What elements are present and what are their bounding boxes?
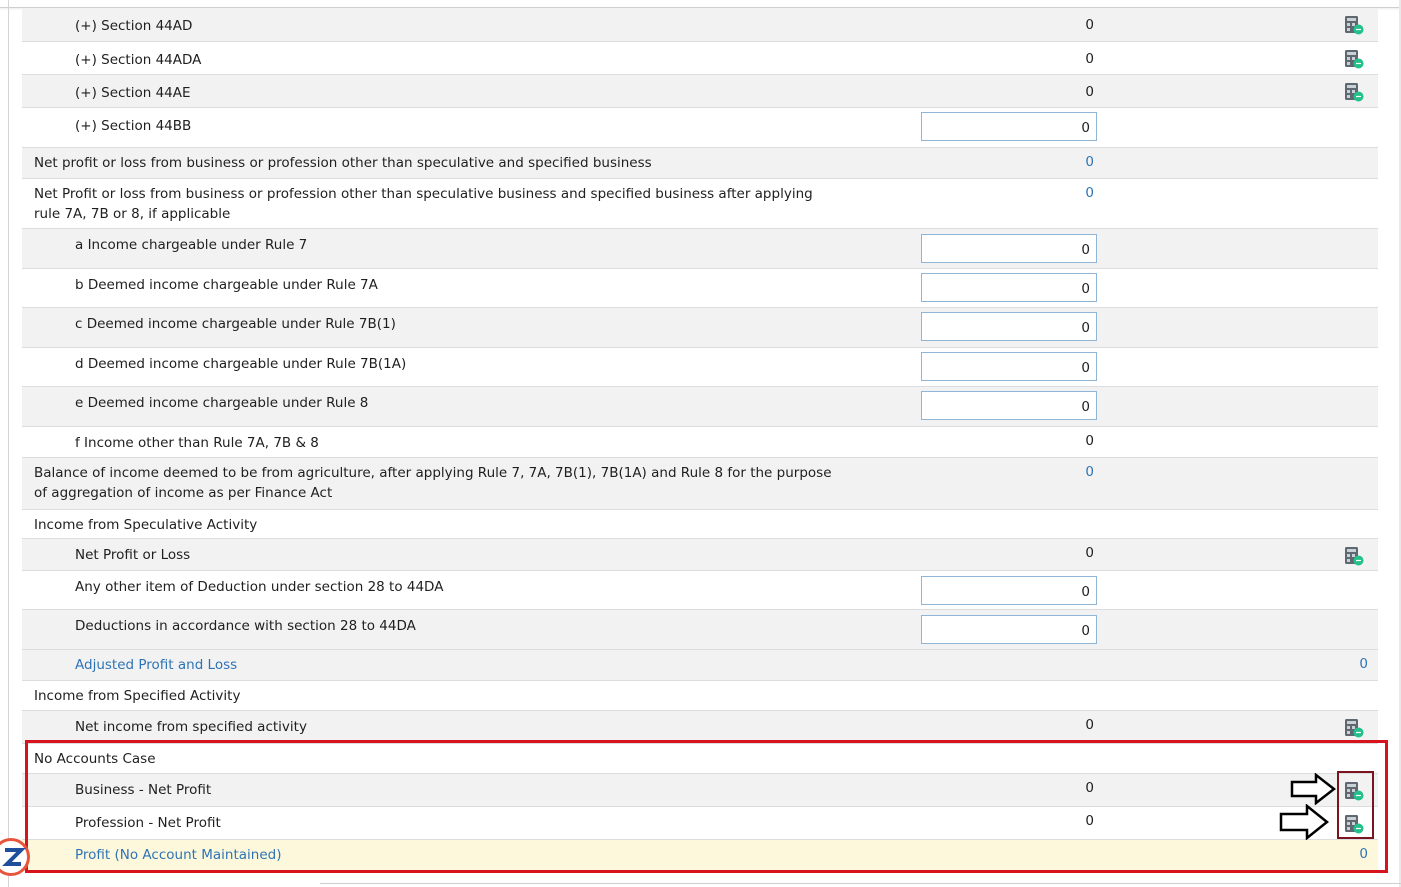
table-row-total: Adjusted Profit and Loss 0: [22, 650, 1378, 681]
calculator-icon[interactable]: [1345, 83, 1364, 102]
table-row: Business - Net Profit 0: [22, 774, 1378, 807]
table-row: Balance of income deemed to be from agri…: [22, 458, 1378, 510]
row-value: 0: [1359, 656, 1368, 672]
table-row: Deductions in accordance with section 28…: [22, 610, 1378, 650]
row-label: Net income from specified activity: [75, 719, 307, 735]
table-row: (+) Section 44BB: [22, 108, 1378, 148]
rule-7-input[interactable]: [921, 234, 1097, 263]
profit-no-account-link[interactable]: Profit (No Account Maintained): [75, 845, 875, 865]
table-row: d Deemed income chargeable under Rule 7B…: [22, 348, 1378, 387]
table-row: b Deemed income chargeable under Rule 7A: [22, 269, 1378, 308]
row-label: d Deemed income chargeable under Rule 7B…: [75, 356, 407, 372]
deductions-input[interactable]: [921, 615, 1097, 644]
row-value: 0: [1085, 17, 1094, 33]
row-label: Balance of income deemed to be from agri…: [34, 465, 832, 501]
top-border: [0, 0, 1401, 8]
table-row: Any other item of Deduction under sectio…: [22, 571, 1378, 610]
table-row: (+) Section 44ADA 0: [22, 42, 1378, 75]
bottom-border: [320, 883, 1401, 884]
row-value: 0: [1085, 464, 1094, 480]
business-income-table: (+) Section 44AD 0 (+) Section 44ADA 0 (…: [22, 8, 1378, 871]
row-label: (+) Section 44AE: [75, 85, 191, 101]
table-row: Net Profit or Loss 0: [22, 539, 1378, 571]
section-heading: Income from Speculative Activity: [34, 517, 258, 533]
right-arrow-icon: [1290, 773, 1336, 805]
calculator-icon[interactable]: [1345, 16, 1364, 35]
row-value: 0: [1085, 780, 1094, 796]
section-heading: Income from Specified Activity: [34, 688, 241, 704]
row-value: 0: [1359, 846, 1368, 862]
row-label: Business - Net Profit: [75, 782, 212, 798]
table-row: (+) Section 44AD 0: [22, 8, 1378, 42]
calculator-icon[interactable]: [1345, 719, 1364, 738]
row-label: Net profit or loss from business or prof…: [34, 155, 652, 171]
row-value: 0: [1085, 433, 1094, 449]
rule-7b1-input[interactable]: [921, 312, 1097, 341]
right-arrow-icon: [1279, 804, 1329, 840]
table-row: Net Profit or loss from business or prof…: [22, 179, 1378, 229]
section-header-speculative: Income from Speculative Activity: [22, 510, 1378, 539]
row-label: (+) Section 44BB: [75, 118, 192, 134]
table-row: Net profit or loss from business or prof…: [22, 148, 1378, 179]
row-label: e Deemed income chargeable under Rule 8: [75, 395, 369, 411]
row-value: 0: [1085, 84, 1094, 100]
row-label: (+) Section 44AD: [75, 18, 193, 34]
row-value: 0: [1085, 717, 1094, 733]
rule-7a-input[interactable]: [921, 273, 1097, 302]
table-row: Net income from specified activity 0: [22, 711, 1378, 744]
row-value: 0: [1085, 545, 1094, 561]
row-value: 0: [1085, 51, 1094, 67]
adjusted-profit-loss-link[interactable]: Adjusted Profit and Loss: [75, 655, 875, 675]
rule-7b1a-input[interactable]: [921, 352, 1097, 381]
other-deduction-input[interactable]: [921, 576, 1097, 605]
calculator-icon[interactable]: [1345, 782, 1364, 801]
section-heading: No Accounts Case: [34, 751, 156, 767]
table-row: a Income chargeable under Rule 7: [22, 229, 1378, 269]
row-label: b Deemed income chargeable under Rule 7A: [75, 277, 378, 293]
section-header-specified: Income from Specified Activity: [22, 681, 1378, 711]
left-border: [8, 0, 9, 887]
section-header-no-accounts: No Accounts Case: [22, 744, 1378, 774]
table-row: e Deemed income chargeable under Rule 8: [22, 387, 1378, 427]
calculator-icon[interactable]: [1345, 50, 1364, 69]
table-row: f Income other than Rule 7A, 7B & 8 0: [22, 427, 1378, 458]
calculator-icon[interactable]: [1345, 815, 1364, 834]
row-label: (+) Section 44ADA: [75, 52, 202, 68]
row-value: 0: [1085, 154, 1094, 170]
row-label: Net Profit or loss from business or prof…: [34, 186, 813, 222]
row-value: 0: [1085, 185, 1094, 201]
row-label: a Income chargeable under Rule 7: [75, 237, 308, 253]
row-label: Any other item of Deduction under sectio…: [75, 579, 444, 595]
table-row: c Deemed income chargeable under Rule 7B…: [22, 308, 1378, 348]
row-label: c Deemed income chargeable under Rule 7B…: [75, 316, 396, 332]
section-44bb-input[interactable]: [921, 112, 1097, 141]
row-label: Profession - Net Profit: [75, 815, 221, 831]
row-value: 0: [1085, 813, 1094, 829]
row-label: Deductions in accordance with section 28…: [75, 618, 416, 634]
app-logo-icon[interactable]: [0, 838, 30, 876]
calculator-icon[interactable]: [1345, 547, 1364, 566]
row-label: f Income other than Rule 7A, 7B & 8: [75, 435, 319, 451]
table-row-total: Profit (No Account Maintained) 0: [22, 840, 1378, 871]
table-row: Profession - Net Profit 0: [22, 807, 1378, 840]
rule-8-input[interactable]: [921, 391, 1097, 420]
table-row: (+) Section 44AE 0: [22, 75, 1378, 108]
row-label: Net Profit or Loss: [75, 547, 191, 563]
